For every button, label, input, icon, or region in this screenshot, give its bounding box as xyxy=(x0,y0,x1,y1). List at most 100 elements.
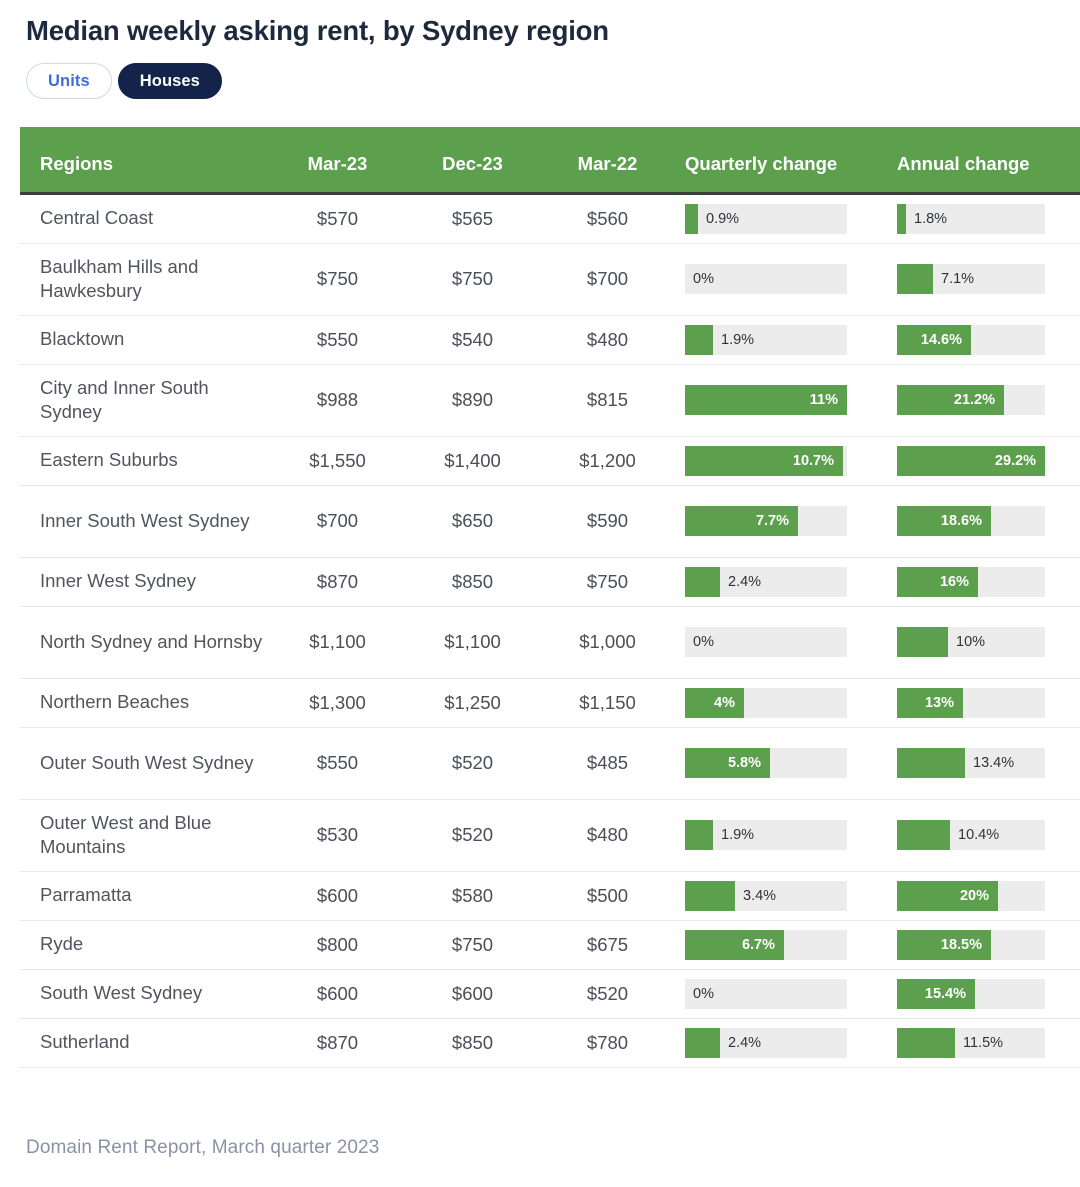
bar-fill xyxy=(897,627,948,657)
bar-track: 18.5% xyxy=(897,929,1045,960)
bar-fill xyxy=(897,203,906,234)
toggle-units[interactable]: Units xyxy=(26,63,112,99)
bar-track: 2.4% xyxy=(685,1027,847,1058)
column-header-annual-change: Annual change xyxy=(887,127,1080,193)
mar23-value-cell: $530 xyxy=(316,824,359,845)
quarterly-change-cell: 10.7% xyxy=(675,436,887,485)
bar-track: 5.8% xyxy=(685,748,847,778)
mar22-value-cell: $750 xyxy=(586,570,629,592)
region-name-cell: Inner South West Sydney xyxy=(40,509,250,531)
bar-value-label: 15.4% xyxy=(924,985,966,1002)
dec23-value-cell: $1,400 xyxy=(444,449,501,471)
mar22-value-cell: $700 xyxy=(586,268,629,289)
bar-value-label: 7.7% xyxy=(755,513,789,529)
bar-track: 1.8% xyxy=(897,203,1045,234)
mar22-value-cell: $520 xyxy=(586,982,629,1004)
region-name-cell: Outer South West Sydney xyxy=(40,751,254,773)
bar-value-label: 11.5% xyxy=(963,1034,1004,1051)
quarterly-change-cell: 6.7% xyxy=(675,920,887,969)
bar-track: 29.2% xyxy=(897,445,1045,476)
bar-value-label: 21.2% xyxy=(953,392,995,408)
annual-change-cell: 20% xyxy=(887,871,1080,920)
table-row: City and Inner South Sydney $988 $890 $815 1… xyxy=(20,364,1080,436)
bar-value-label: 1.9% xyxy=(721,331,755,348)
mar23-value-cell: $1,300 xyxy=(309,691,366,713)
bar-value-label: 10.4% xyxy=(958,827,1000,843)
mar23-value-cell: $988 xyxy=(316,389,359,410)
annual-change-cell: 14.6% xyxy=(887,315,1080,364)
bar-value-label: 2.4% xyxy=(728,1034,762,1051)
bar-track: 0% xyxy=(685,264,847,294)
bar-track: 3.4% xyxy=(685,880,847,911)
bar-value-label: 6.7% xyxy=(741,936,775,953)
dec23-value-cell: $565 xyxy=(451,207,494,229)
bar-track: 10.4% xyxy=(897,820,1045,850)
bar-value-label: 20% xyxy=(959,887,989,904)
mar23-value-cell: $800 xyxy=(316,933,359,955)
bar-fill xyxy=(685,1027,720,1058)
bar-track: 4% xyxy=(685,687,847,718)
annual-change-cell: 1.8% xyxy=(887,193,1080,243)
toggle-houses[interactable]: Houses xyxy=(117,63,222,99)
bar-value-label: 18.5% xyxy=(940,936,982,953)
quarterly-change-cell: 4% xyxy=(675,678,887,727)
bar-value-label: 1.8% xyxy=(914,210,948,227)
region-name-cell: Central Coast xyxy=(40,207,154,229)
dec23-value-cell: $520 xyxy=(451,824,494,845)
annual-change-cell: 18.5% xyxy=(887,920,1080,969)
bar-track: 7.7% xyxy=(685,506,847,536)
bar-track: 7.1% xyxy=(897,264,1045,294)
bar-value-label: 11% xyxy=(809,392,838,408)
page-title: Median weekly asking rent, by Sydney reg… xyxy=(26,15,609,46)
bar-value-label: 1.9% xyxy=(721,827,755,843)
rent-table: Regions Mar-23 Dec-23 Mar-22 Quarterly c… xyxy=(20,127,1080,1068)
quarterly-change-cell: 0% xyxy=(675,969,887,1018)
dec23-value-cell: $1,250 xyxy=(444,691,501,713)
bar-value-label: 4% xyxy=(714,694,735,711)
quarterly-change-cell: 5.8% xyxy=(675,727,887,799)
table-row: South West Sydney $600 $600 $520 0% 15.4% xyxy=(20,969,1080,1018)
column-header-mar23: Mar-23 xyxy=(270,127,405,193)
mar23-value-cell: $700 xyxy=(316,510,359,531)
annual-change-cell: 21.2% xyxy=(887,364,1080,436)
bar-value-label: 10.7% xyxy=(792,452,834,469)
mar22-value-cell: $675 xyxy=(586,933,629,955)
quarterly-change-cell: 11% xyxy=(675,364,887,436)
quarterly-change-cell: 1.9% xyxy=(675,315,887,364)
bar-track: 10% xyxy=(897,627,1045,657)
mar22-value-cell: $815 xyxy=(586,389,629,410)
quarterly-change-cell: 2.4% xyxy=(675,1018,887,1067)
dec23-value-cell: $600 xyxy=(451,982,494,1004)
table-row: Sutherland $870 $850 $780 2.4% 11.5% xyxy=(20,1018,1080,1067)
mar22-value-cell: $1,000 xyxy=(579,631,636,652)
mar22-value-cell: $590 xyxy=(586,510,629,531)
mar23-value-cell: $600 xyxy=(316,982,359,1004)
bar-fill xyxy=(897,1027,955,1058)
quarterly-change-cell: 0% xyxy=(675,606,887,678)
mar23-value-cell: $550 xyxy=(316,328,359,350)
table-row: Central Coast $570 $565 $560 0.9% 1.8% xyxy=(20,193,1080,243)
bar-track: 6.7% xyxy=(685,929,847,960)
bar-value-label: 13.4% xyxy=(973,755,1015,771)
table-row: Eastern Suburbs $1,550 $1,400 $1,200 10.7% 29… xyxy=(20,436,1080,485)
rent-table-page: Median weekly asking rent, by Sydney reg… xyxy=(0,0,1080,1187)
source-caption: Domain Rent Report, March quarter 2023 xyxy=(26,1137,380,1158)
dec23-value-cell: $580 xyxy=(451,884,494,906)
annual-change-cell: 16% xyxy=(887,557,1080,606)
bar-fill xyxy=(897,748,965,778)
mar22-value-cell: $1,150 xyxy=(579,691,636,713)
bar-value-label: 3.4% xyxy=(743,887,777,904)
region-name-cell: Eastern Suburbs xyxy=(40,449,178,471)
table-header: Regions Mar-23 Dec-23 Mar-22 Quarterly c… xyxy=(20,127,1080,193)
region-name-cell: Inner West Sydney xyxy=(40,570,196,592)
region-name-cell: South West Sydney xyxy=(40,982,203,1004)
mar22-value-cell: $485 xyxy=(586,752,629,773)
quarterly-change-cell: 1.9% xyxy=(675,799,887,871)
mar22-value-cell: $500 xyxy=(586,884,629,906)
dec23-value-cell: $750 xyxy=(451,268,494,289)
mar23-value-cell: $870 xyxy=(316,570,359,592)
bar-track: 18.6% xyxy=(897,506,1045,536)
bar-fill xyxy=(685,880,735,911)
region-name-cell: Blacktown xyxy=(40,328,125,350)
bar-value-label: 10% xyxy=(956,634,986,650)
